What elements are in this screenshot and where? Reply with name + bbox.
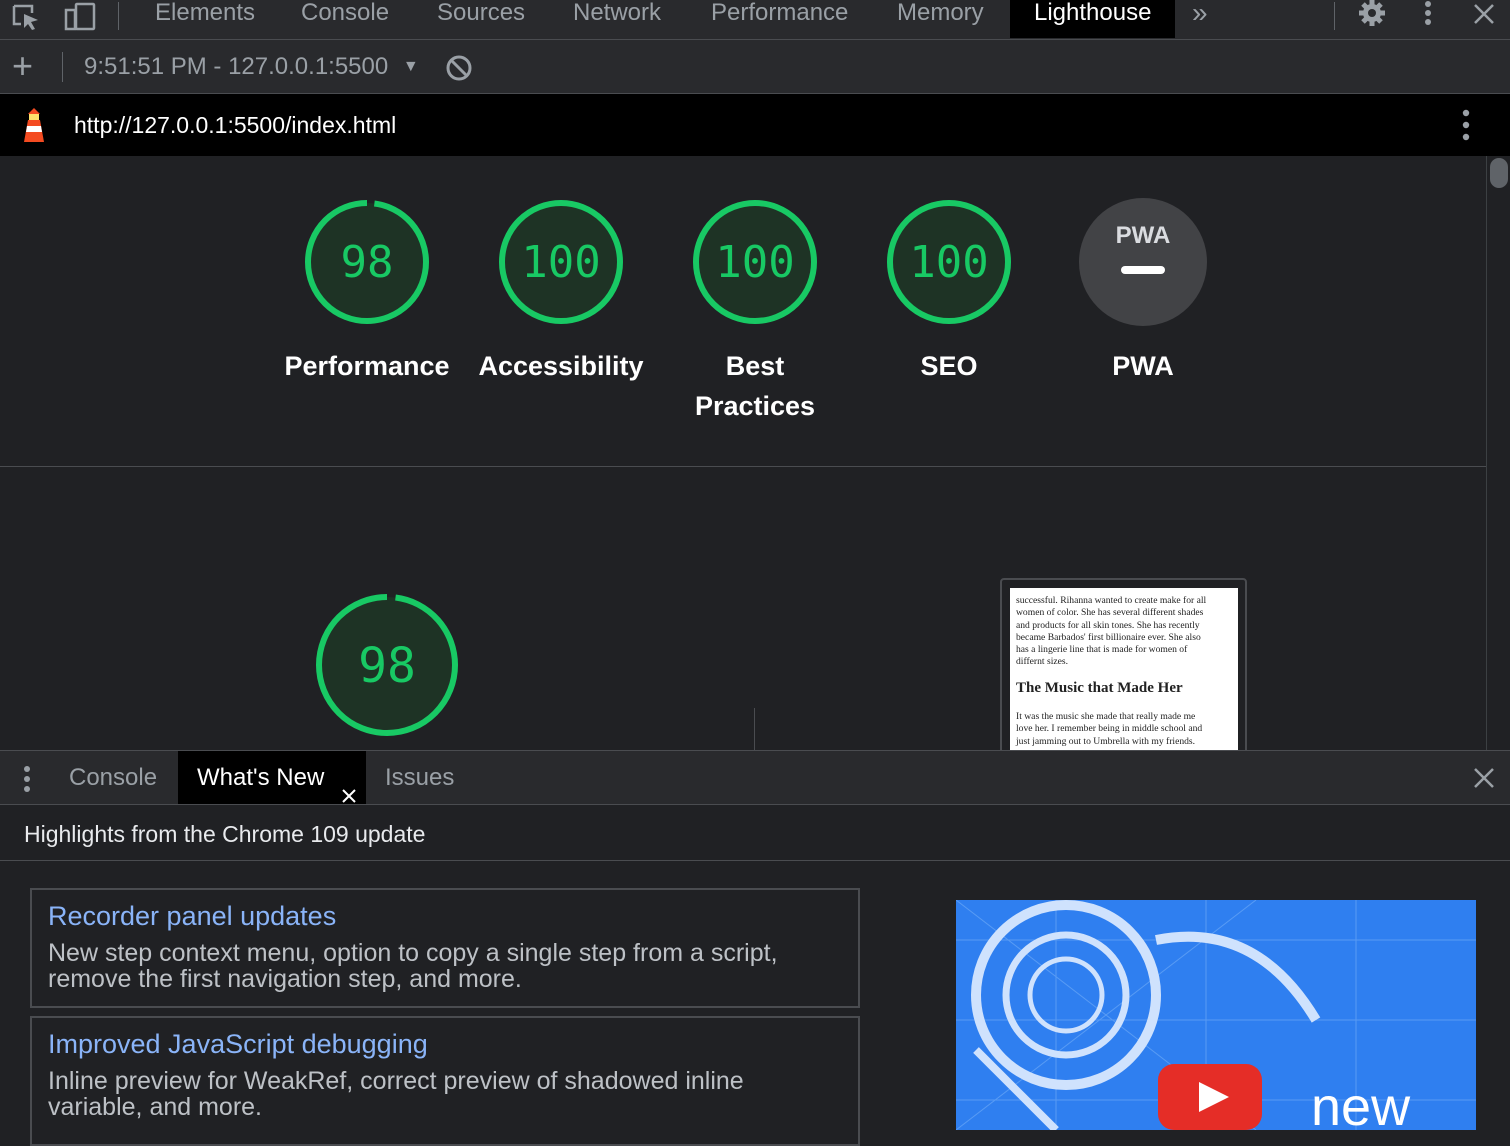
score-ring: 98: [316, 594, 458, 736]
drawer-tab-console[interactable]: Console: [69, 751, 157, 804]
score-ring: 100: [887, 200, 1011, 324]
more-tabs-icon[interactable]: »: [1192, 0, 1208, 38]
chevron-down-icon: ▼: [402, 58, 419, 75]
report-url-bar: http://127.0.0.1:5500/index.html: [0, 94, 1510, 156]
report-selector-label: 9:51:51 PM - 127.0.0.1:5500: [84, 53, 389, 80]
feature-card-description: New step context menu, option to copy a …: [48, 940, 848, 992]
settings-gear-icon[interactable]: [1356, 0, 1388, 30]
label-line: Practices: [694, 391, 816, 421]
screenshot-paragraph: It was the music she made that really ma…: [1016, 711, 1236, 748]
category-label-best-practices: Best Practices: [660, 346, 850, 426]
pwa-badge-icon: PWA: [1079, 198, 1207, 326]
toolbar-divider: [118, 2, 119, 30]
score-ring: 98: [305, 200, 429, 324]
description-line: variable, and more.: [48, 1093, 263, 1121]
feature-card-title[interactable]: Recorder panel updates: [48, 901, 336, 932]
tab-performance[interactable]: Performance: [711, 0, 848, 38]
device-toolbar-icon[interactable]: [64, 2, 98, 32]
close-devtools-icon[interactable]: [1472, 2, 1496, 26]
score-value: 98: [341, 237, 394, 288]
tab-memory[interactable]: Memory: [897, 0, 984, 38]
report-url: http://127.0.0.1:5500/index.html: [74, 112, 397, 138]
description-line: Inline preview for WeakRef, correct prev…: [48, 1067, 744, 1095]
gauge-seo[interactable]: 100: [884, 197, 1014, 327]
final-screenshot[interactable]: successful. Rihanna wanted to create mak…: [1000, 578, 1247, 750]
category-label-pwa: PWA: [1112, 351, 1174, 381]
tab-lighthouse[interactable]: Lighthouse: [1010, 0, 1176, 38]
gauge-performance[interactable]: 98: [302, 197, 432, 327]
screenshot-paragraph: successful. Rihanna wanted to create mak…: [1016, 595, 1236, 669]
text-line: differnt sizes.: [1016, 656, 1069, 668]
text-line: love her. I remember being in middle sch…: [1016, 723, 1203, 735]
report-menu-icon[interactable]: [1458, 108, 1474, 142]
whats-new-header: Highlights from the Chrome 109 update: [0, 805, 1510, 861]
highlights-title: Highlights from the Chrome 109 update: [24, 821, 426, 847]
score-value: 98: [358, 638, 416, 694]
text-line: became Barbados' first billionaire ever.…: [1016, 631, 1201, 643]
drawer-tab-issues[interactable]: Issues: [385, 751, 454, 804]
score-ring: 100: [499, 200, 623, 324]
chrome-logo-graphic: new: [956, 900, 1476, 1130]
report-selector[interactable]: 9:51:51 PM - 127.0.0.1:5500 ▼: [84, 52, 419, 85]
drawer-tab-whats-new[interactable]: What's New: [178, 751, 366, 804]
toolbar-divider: [1334, 2, 1335, 30]
video-caption: new: [1311, 1077, 1411, 1130]
new-report-button[interactable]: +: [12, 46, 33, 86]
score-ring: 100: [693, 200, 817, 324]
feature-card-title[interactable]: Improved JavaScript debugging: [48, 1029, 428, 1060]
description-line: New step context menu, option to copy a …: [48, 939, 778, 967]
tab-network[interactable]: Network: [573, 0, 661, 38]
text-line: It was the music she made that really ma…: [1016, 711, 1196, 722]
category-label-seo: SEO: [920, 351, 978, 381]
tab-console[interactable]: Console: [301, 0, 389, 38]
category-label-accessibility: Accessibility: [478, 351, 644, 381]
report-scrollbar[interactable]: [1486, 156, 1510, 750]
text-line: and products for all skin tones. She has…: [1016, 619, 1200, 631]
description-line: remove the first navigation step, and mo…: [48, 965, 522, 993]
text-line: just jamming out to Umbrella with my fri…: [1016, 735, 1196, 747]
section-divider: [0, 466, 1486, 467]
score-value: 100: [715, 237, 794, 288]
toolbar-divider: [62, 52, 63, 82]
feature-card[interactable]: Improved JavaScript debugging Inline pre…: [30, 1016, 860, 1146]
screenshot-heading: The Music that Made Her: [1016, 680, 1183, 696]
gauge-performance-detail: 98: [314, 592, 460, 738]
text-line: successful. Rihanna wanted to create mak…: [1016, 595, 1207, 606]
tab-sources[interactable]: Sources: [437, 0, 525, 38]
gauge-accessibility[interactable]: 100: [496, 197, 626, 327]
screenshot-page: successful. Rihanna wanted to create mak…: [1010, 588, 1238, 750]
category-label-performance: Performance: [284, 351, 450, 381]
lighthouse-report: 98 Performance 100 Accessibility 100 Bes…: [0, 156, 1486, 750]
customize-menu-icon[interactable]: [1420, 0, 1436, 30]
score-value: 100: [521, 237, 600, 288]
text-line: has a lingerie line that is made for wom…: [1016, 644, 1188, 656]
lighthouse-logo-icon: [20, 106, 48, 144]
metrics-divider: [754, 708, 755, 750]
gauge-best-practices[interactable]: 100: [690, 197, 820, 327]
feature-card[interactable]: Recorder panel updates New step context …: [30, 888, 860, 1008]
feature-card-description: Inline preview for WeakRef, correct prev…: [48, 1068, 848, 1120]
score-value: 100: [909, 237, 988, 288]
lighthouse-toolbar: + 9:51:51 PM - 127.0.0.1:5500 ▼: [0, 40, 1510, 94]
gauge-pwa[interactable]: PWA: [1078, 197, 1208, 327]
close-drawer-icon[interactable]: [1473, 767, 1495, 789]
text-line: women of color. She has several differen…: [1016, 607, 1204, 619]
whats-new-video-thumbnail[interactable]: new: [956, 900, 1476, 1130]
tab-elements[interactable]: Elements: [155, 0, 255, 38]
drawer-tab-label: What's New: [197, 764, 325, 791]
inspect-element-icon[interactable]: [12, 4, 42, 32]
scrollbar-thumb[interactable]: [1490, 158, 1508, 188]
pwa-badge-text: PWA: [1116, 222, 1171, 249]
label-line: Best: [725, 351, 785, 381]
drawer-tab-bar: Console What's New Issues: [0, 750, 1510, 805]
clear-reports-icon[interactable]: [445, 54, 473, 82]
devtools-tab-bar: Elements Console Sources Network Perform…: [0, 0, 1510, 40]
close-tab-icon[interactable]: [341, 770, 357, 803]
drawer-menu-icon[interactable]: [19, 765, 35, 795]
